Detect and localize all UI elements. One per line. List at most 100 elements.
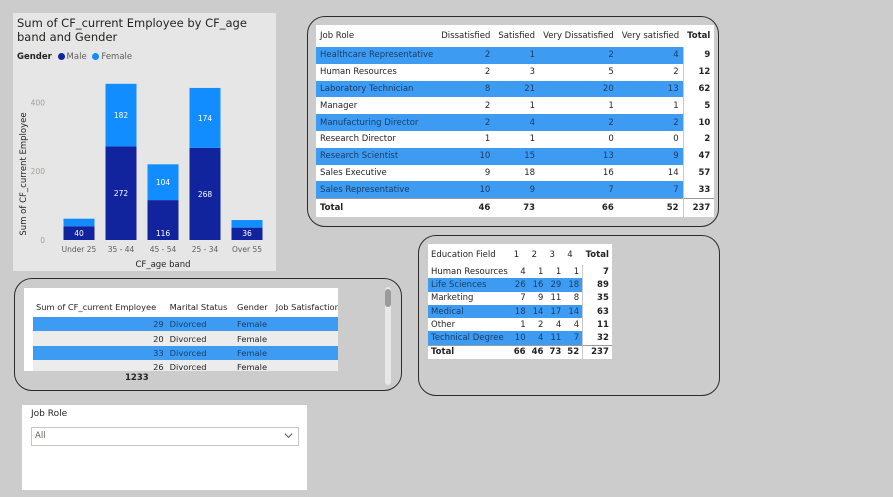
matrix-row[interactable]: Medical 18 14 17 14 63 [428, 304, 612, 319]
column-header-job-satisfaction[interactable]: Job Satisfaction [273, 297, 338, 317]
scrollbar-thumb[interactable] [385, 289, 391, 307]
row-header-job-role: Laboratory Technician [316, 80, 438, 98]
slicer-title: Job Role [31, 409, 68, 419]
education-field-matrix[interactable]: Education Field 1 2 3 4 Total Human Reso… [428, 244, 612, 360]
row-header-job-role: Research Director [320, 134, 396, 145]
cell-job-satisfaction: 2 [272, 331, 338, 346]
cell-2: 1 [538, 266, 544, 277]
marital-status-table[interactable]: Sum of CF_current Employee Marital Statu… [33, 297, 338, 371]
job-role-matrix-container: Job Role Dissatisfied Satisfied Very Dis… [307, 16, 719, 227]
cell-1: 1 [520, 319, 526, 330]
table-row[interactable]: 26DivorcedFemale4 [33, 360, 338, 371]
cell-dissatisfied: 10 [437, 147, 495, 165]
table-row[interactable]: 20DivorcedFemale2 [33, 331, 338, 346]
data-label-male: 116 [156, 229, 171, 238]
row-header-job-role: Research Scientist [316, 147, 438, 165]
total-2: 46 [528, 344, 547, 360]
column-header-total[interactable]: Total [583, 244, 612, 265]
cell-1: 7 [520, 293, 526, 304]
matrix-row[interactable]: Manufacturing Director 2 4 2 2 10 [316, 114, 715, 131]
cell-total: 10 [682, 114, 715, 131]
matrix-row[interactable]: Sales Representative 10 9 7 7 33 [316, 181, 715, 199]
vertical-scrollbar[interactable] [385, 287, 391, 385]
matrix-row[interactable]: Human Resources 2 3 5 2 12 [316, 63, 715, 81]
job-role-dropdown[interactable]: All [31, 427, 299, 446]
column-header-4[interactable]: 4 [564, 244, 582, 265]
column-header-gender[interactable]: Gender [234, 297, 273, 317]
data-label-female: 174 [198, 114, 213, 123]
age-band-gender-chart[interactable]: Sum of CF_current Employee by CF_age ban… [13, 13, 276, 271]
matrix-row[interactable]: Research Scientist 10 15 13 9 47 [316, 147, 715, 165]
column-header-very-satisfied[interactable]: Very satisfied [618, 25, 683, 47]
matrix-row[interactable]: Other 1 2 4 4 11 [428, 318, 612, 332]
matrix-row[interactable]: Manager 2 1 1 1 5 [316, 97, 715, 115]
row-header-job-role: Healthcare Representative [316, 47, 438, 64]
cell-marital-status: Divorced [166, 317, 235, 332]
cell-very-dissatisfied: 0 [608, 134, 614, 145]
cell-very-satisfied: 9 [617, 147, 684, 165]
cell-dissatisfied: 9 [484, 167, 491, 178]
cell-satisfied: 21 [494, 80, 540, 98]
column-header-1[interactable]: 1 [511, 244, 529, 265]
cell-total: 12 [682, 63, 715, 81]
cell-dissatisfied: 2 [484, 67, 491, 78]
job-role-matrix[interactable]: Job Role Dissatisfied Satisfied Very Dis… [316, 25, 715, 218]
matrix-total-row: Total 66 46 73 52 237 [428, 344, 612, 360]
column-header-3[interactable]: 3 [546, 244, 564, 265]
cell-very-dissatisfied: 2 [539, 47, 618, 64]
column-header-job-role[interactable]: Job Role [316, 25, 437, 47]
bar-female-4 [231, 220, 263, 228]
column-header-2[interactable]: 2 [529, 244, 547, 265]
cell-sum-employee: 26 [33, 360, 167, 371]
cell-2: 2 [538, 319, 544, 330]
total-satisfied: 73 [494, 198, 540, 218]
column-header-total[interactable]: Total [683, 25, 714, 47]
cell-job-satisfaction: 1 [272, 317, 338, 332]
column-header-dissatisfied[interactable]: Dissatisfied [437, 25, 494, 47]
cell-very-dissatisfied: 16 [602, 167, 614, 178]
total-3: 73 [546, 344, 565, 360]
cell-gender: Female [234, 331, 273, 346]
cell-2: 14 [528, 304, 547, 319]
matrix-row[interactable]: Human Resources 4 1 1 1 7 [428, 265, 612, 279]
matrix-row[interactable]: Laboratory Technician 8 21 20 13 62 [316, 80, 715, 98]
data-label-male: 36 [242, 229, 252, 238]
column-header-satisfied[interactable]: Satisfied [494, 25, 539, 47]
cell-total: 89 [582, 278, 612, 292]
matrix-row[interactable]: Marketing 7 9 11 8 35 [428, 291, 612, 305]
cell-total: 35 [582, 291, 612, 305]
matrix-row[interactable]: Life Sciences 26 16 29 18 89 [428, 278, 612, 292]
cell-4: 7 [564, 331, 583, 346]
cell-very-dissatisfied: 2 [539, 114, 618, 131]
matrix-total-row: Total 46 73 66 52 237 [316, 198, 715, 218]
cell-sum-employee: 33 [33, 345, 167, 361]
cell-total: 63 [582, 304, 612, 319]
matrix-header-row: Education Field 1 2 3 4 Total [428, 244, 612, 265]
y-tick-label: 400 [31, 98, 46, 107]
matrix-header-row: Job Role Dissatisfied Satisfied Very Dis… [316, 25, 714, 47]
cell-total: 62 [682, 80, 715, 98]
matrix-row[interactable]: Research Director 1 1 0 0 2 [316, 130, 715, 148]
cell-very-dissatisfied: 20 [539, 80, 618, 98]
x-tick-label: 25 - 34 [192, 245, 219, 254]
column-header-education-field[interactable]: Education Field [428, 244, 511, 265]
matrix-row[interactable]: Sales Executive 9 18 16 14 57 [316, 164, 715, 182]
matrix-row[interactable]: Healthcare Representative 2 1 2 4 9 [316, 47, 715, 64]
row-header-education-field: Life Sciences [428, 278, 511, 292]
column-header-sum-employee[interactable]: Sum of CF_current Employee [33, 297, 167, 317]
table-row[interactable]: 33DivorcedFemale3 [33, 345, 338, 361]
column-header-marital-status[interactable]: Marital Status [167, 297, 234, 317]
row-header-job-role: Human Resources [320, 67, 397, 78]
cell-4: 14 [564, 304, 583, 319]
cell-3: 11 [550, 293, 562, 304]
matrix-row[interactable]: Technical Degree 10 4 11 7 32 [428, 331, 612, 346]
marital-status-table-container: Sum of CF_current Employee Marital Statu… [14, 278, 402, 391]
marital-table-total: 1233 [125, 373, 149, 383]
row-header-education-field: Technical Degree [428, 331, 511, 346]
cell-very-dissatisfied: 13 [539, 147, 618, 165]
column-header-very-dissatisfied[interactable]: Very Dissatisfied [539, 25, 618, 47]
table-row[interactable]: 29DivorcedFemale1 [33, 317, 338, 332]
cell-very-dissatisfied: 7 [539, 181, 618, 199]
cell-4: 1 [573, 266, 580, 277]
cell-3: 1 [555, 266, 562, 277]
